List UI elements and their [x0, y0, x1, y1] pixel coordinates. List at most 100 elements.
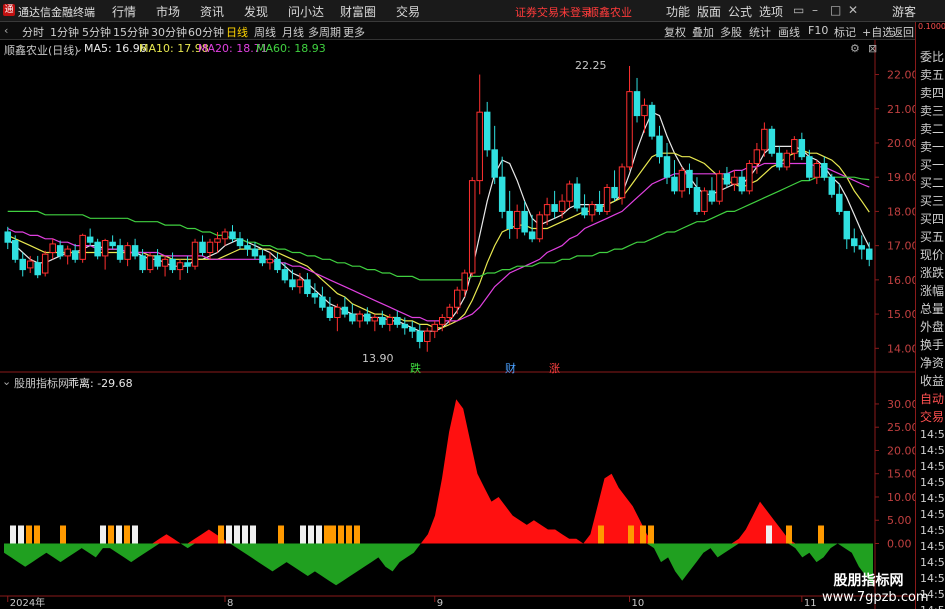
indicator-tick-label: 20.00	[887, 444, 915, 457]
candle-body	[409, 327, 416, 332]
candle-body	[49, 243, 56, 253]
candle-body	[693, 186, 701, 212]
menu-functions[interactable]: 功能	[666, 3, 690, 20]
chevron-down-icon[interactable]: ⌄	[2, 375, 11, 388]
signal-block-orange	[34, 525, 40, 544]
candle-body	[768, 128, 776, 154]
menu-bar: 通 通达信金融终端 行情 市场 资讯 发现 问小达 财富圈 交易 证券交易未登录…	[0, 0, 945, 22]
kline-chart-area[interactable]: 22.00 21.00 20.00 19.00 18.00 17.00 16.00 15.00…	[0, 40, 915, 609]
tab-period-0[interactable]: 分时	[22, 24, 44, 40]
candle-body	[678, 169, 686, 192]
guest-login[interactable]: 游客	[892, 3, 916, 20]
maximize-icon[interactable]: □	[830, 3, 841, 17]
candle-body	[326, 306, 334, 319]
candle-body	[746, 163, 753, 192]
signal-block-orange	[218, 525, 224, 544]
back-arrow-icon[interactable]: ‹	[4, 24, 8, 37]
tab-period-4[interactable]: 30分钟	[151, 24, 187, 40]
candle-body	[229, 231, 236, 240]
candle-body	[836, 193, 843, 212]
tab-period-9[interactable]: 多周期	[308, 24, 341, 40]
trade-login-status[interactable]: 证券交易未登录	[515, 4, 592, 20]
tab-period-8[interactable]: 月线	[282, 24, 304, 40]
signal-block-white	[100, 525, 106, 544]
btn-draw-line[interactable]: 画线	[778, 24, 800, 40]
indicator-tick-label: 30.00	[887, 398, 915, 411]
signal-block-white	[300, 525, 306, 544]
menu-formula[interactable]: 公式	[728, 3, 752, 20]
candle-body	[843, 210, 851, 240]
menu-trade[interactable]: 交易	[396, 3, 420, 20]
candle-body	[671, 176, 678, 192]
indicator-tick-label: 0.00	[887, 537, 912, 550]
signal-block-white	[316, 525, 322, 544]
panel-time-8: 14:56	[920, 556, 945, 569]
menu-quote[interactable]: 行情	[112, 3, 136, 20]
quote-side-panel: 0.1000 委比 卖五 卖四 卖三 卖二 卖一 买一 买二 买三 买四 买五 现价 涨跌 涨幅 总量 外盘 换手…	[915, 22, 945, 609]
candle-body	[431, 323, 438, 332]
tab-period-2[interactable]: 5分钟	[82, 24, 111, 40]
candle-body	[513, 210, 521, 230]
tab-period-1[interactable]: 1分钟	[50, 24, 79, 40]
price-tick-label: 17.00	[887, 240, 915, 253]
menu-discover[interactable]: 发现	[244, 3, 268, 20]
candle-body	[498, 176, 506, 212]
menu-ask[interactable]: 问小达	[288, 3, 324, 20]
candle-body	[371, 317, 379, 322]
restore-icon[interactable]: ▭	[793, 3, 804, 17]
btn-mark[interactable]: 标记	[834, 24, 856, 40]
panel-label-9: 买四	[920, 212, 945, 226]
marker-rise[interactable]: 涨	[549, 360, 560, 376]
candle-body	[289, 279, 296, 288]
candle-body	[139, 255, 146, 271]
signal-block-orange	[60, 525, 66, 544]
btn-add-watchlist[interactable]: +自选	[862, 24, 893, 40]
candle-body	[446, 306, 453, 319]
btn-restore-rights[interactable]: 复权	[664, 24, 686, 40]
candle-body	[536, 214, 543, 240]
tab-period-6[interactable]: 日线	[226, 24, 248, 40]
btn-overlay[interactable]: 叠加	[692, 24, 714, 40]
zoom-icon[interactable]: ⊠	[868, 42, 877, 55]
chevron-down-icon[interactable]: ⌄	[74, 42, 83, 55]
btn-f10[interactable]: F10	[808, 24, 828, 37]
price-tick-label: 14.00	[887, 342, 915, 355]
menu-layout[interactable]: 版面	[697, 3, 721, 20]
signal-block-orange	[786, 525, 792, 544]
menu-news[interactable]: 资讯	[200, 3, 224, 20]
panel-label-20[interactable]: 交易	[920, 408, 945, 425]
signal-block-white	[308, 525, 314, 544]
candle-body	[191, 241, 199, 267]
menu-wealth[interactable]: 财富圈	[340, 3, 376, 20]
settings-gear-icon[interactable]: ⚙	[850, 42, 860, 55]
candle-body	[109, 241, 116, 247]
candle-body	[34, 262, 41, 276]
candle-body	[566, 183, 573, 202]
candle-body	[573, 183, 581, 209]
tab-period-5[interactable]: 60分钟	[188, 24, 224, 40]
candle-body	[379, 317, 386, 325]
signal-block-orange	[278, 525, 284, 544]
menu-market[interactable]: 市场	[156, 3, 180, 20]
menu-options[interactable]: 选项	[759, 3, 783, 20]
marker-fall[interactable]: 跌	[410, 360, 421, 376]
candle-body	[701, 190, 708, 212]
candle-body	[828, 176, 836, 195]
panel-label-19[interactable]: 自动	[920, 390, 945, 407]
candle-body	[581, 207, 588, 216]
indicator-name[interactable]: 股朋指标网	[14, 375, 69, 391]
price-tick-label: 19.00	[887, 171, 915, 184]
close-icon[interactable]: ✕	[848, 3, 858, 17]
btn-statistics[interactable]: 统计	[749, 24, 771, 40]
tab-period-10[interactable]: 更多	[343, 24, 365, 40]
minimize-icon[interactable]: –	[812, 3, 818, 17]
candle-body	[86, 236, 94, 243]
candle-body	[401, 323, 409, 329]
marker-finance[interactable]: 财	[505, 360, 516, 376]
tab-period-3[interactable]: 15分钟	[113, 24, 149, 40]
candle-body	[716, 173, 723, 202]
btn-multi-stock[interactable]: 多股	[720, 24, 742, 40]
btn-return[interactable]: 返回	[892, 24, 914, 40]
tab-period-7[interactable]: 周线	[254, 24, 276, 40]
signal-block-white	[242, 525, 248, 544]
